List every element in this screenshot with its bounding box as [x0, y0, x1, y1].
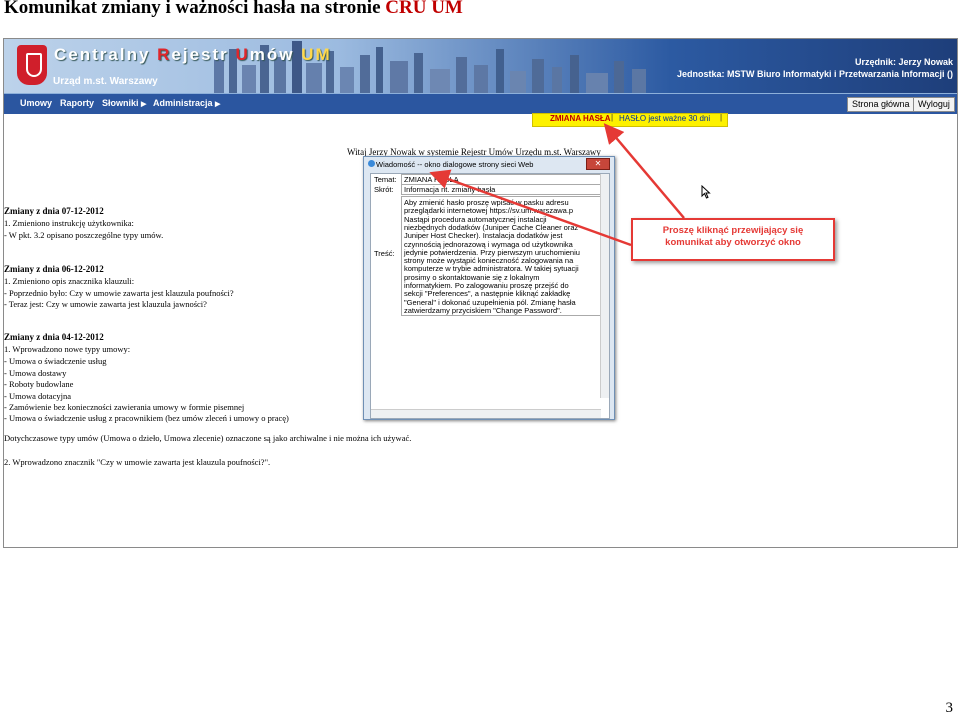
- document-title-main: Komunikat zmiany i ważności hasła na str…: [4, 0, 386, 18]
- callout-text: Proszę kliknąć przewijający się komunika…: [633, 225, 833, 249]
- callout-line: Proszę kliknąć przewijający się: [662, 225, 804, 236]
- page-number: 3: [945, 700, 954, 716]
- annotation-arrows: [429, 123, 685, 247]
- instruction-callout: Proszę kliknąć przewijający się komunika…: [631, 218, 835, 261]
- mouse-cursor-icon: [701, 185, 711, 199]
- document-title-accent: CRU UM: [385, 0, 463, 18]
- callout-line: komunikat aby otworzyć okno: [665, 237, 801, 248]
- document-title: Komunikat zmiany i ważności hasła na str…: [4, 0, 463, 19]
- screenshot-frame: Centralny Rejestr Umów UM Urząd m.st. Wa…: [3, 38, 958, 548]
- arrow-to-ticker: [603, 123, 685, 219]
- arrow-to-dialog: [429, 169, 632, 247]
